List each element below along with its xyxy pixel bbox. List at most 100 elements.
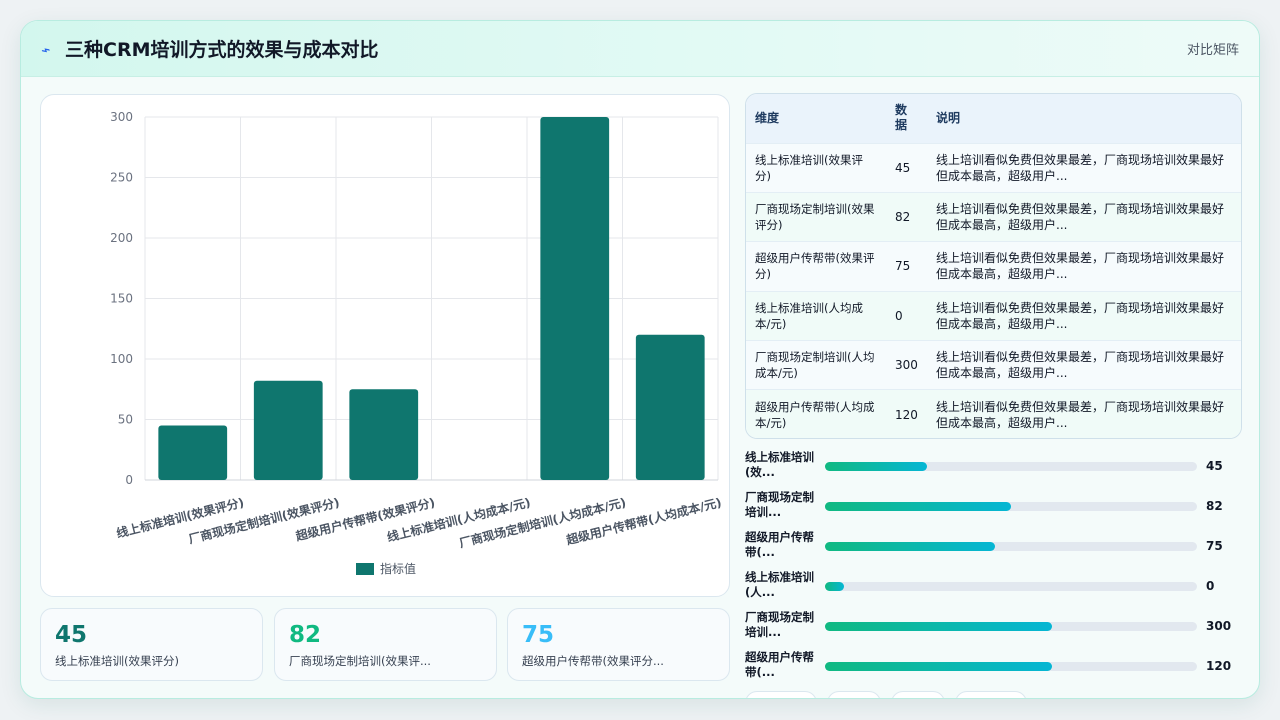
- bar: [635, 334, 705, 480]
- filter-pill[interactable]: [955, 691, 1027, 698]
- table-row: 厂商现场定制培训(人均成本/元) 300 线上培训看似免费但效果最差，厂商现场培训效…: [746, 340, 1241, 390]
- bar-chart-panel: 0 50 100 150 200 250 300 线上标准培训(效果评分) 厂商现场定制培训(效…: [40, 94, 730, 597]
- filter-pill[interactable]: [745, 691, 817, 698]
- bar: [540, 117, 610, 480]
- filter-pills: [745, 691, 1027, 698]
- table-cell-dimension: 线上标准培训(效果评分): [755, 152, 863, 183]
- table-cell-value: 120: [895, 407, 918, 422]
- column-header-data: 数据: [895, 103, 908, 133]
- stat-card-3: 75 超级用户传帮带(效果评分...: [507, 608, 730, 681]
- progress-fill: [825, 622, 1052, 631]
- table-cell-value: 75: [895, 259, 911, 274]
- table-cell-value: 82: [895, 210, 911, 225]
- legend-swatch: [356, 563, 374, 575]
- table-cell-description: 线上培训看似免费但效果最差，厂商现场培训效果最好但成本最高，超级用户...: [936, 399, 1225, 430]
- progress-track: [825, 662, 1197, 671]
- header: ⌁ 三种CRM培训方式的效果与成本对比 对比矩阵: [21, 21, 1259, 77]
- table-row: 厂商现场定制培训(效果评分) 82 线上培训看似免费但效果最差，厂商现场培训效果最好…: [746, 192, 1241, 242]
- progress-fill: [825, 462, 928, 471]
- legend-label: 指标值: [380, 561, 416, 576]
- bar-chart: 050100150200250300线上标准培训(效果评分)厂商现场定制培训(效…: [110, 110, 723, 576]
- column-header-description: 说明: [936, 110, 961, 125]
- stat-card-2: 82 厂商现场定制培训(效果评...: [274, 608, 497, 681]
- table-row: 超级用户传帮带(效果评分) 75 线上培训看似免费但效果最差，厂商现场培训效果最好但…: [746, 241, 1241, 292]
- table-cell-description: 线上培训看似免费但效果最差，厂商现场培训效果最好但成本最高，超级用户...: [936, 202, 1225, 233]
- title-wrap: ⌁ 三种CRM培训方式的效果与成本对比: [38, 35, 379, 62]
- table-row: 线上标准培训(效果评分) 45 线上培训看似免费但效果最差，厂商现场培训效果最好但成…: [746, 143, 1241, 193]
- progress-track: [825, 502, 1197, 511]
- comparison-table-panel: 维度 数据 说明 线上标准培训(效果评分) 45 线上培训看似免费但效果最差，厂商现…: [745, 93, 1242, 439]
- filter-pill[interactable]: [891, 691, 945, 698]
- bar: [253, 380, 323, 480]
- progress-label: 线上标准培训(效...: [745, 450, 814, 479]
- x-tick-label: 超级用户传帮带(人均成本/元): [564, 494, 723, 547]
- progress-row: 超级用户传帮带(... 120: [745, 648, 1245, 688]
- y-tick-label: 250: [110, 171, 133, 185]
- page-title: 三种CRM培训方式的效果与成本对比: [65, 39, 379, 61]
- table-cell-dimension: 厂商现场定制培训(人均成本/元): [755, 350, 875, 381]
- progress-label: 厂商现场定制培训...: [745, 610, 814, 639]
- dashboard-card: ⌁ 三种CRM培训方式的效果与成本对比 对比矩阵 0 50 100 150 200 250…: [20, 20, 1260, 699]
- progress-value: 75: [1206, 539, 1223, 553]
- x-tick-label: 厂商现场定制培训(人均成本/元): [458, 494, 628, 550]
- stat-label: 厂商现场定制培训(效果评...: [289, 654, 431, 668]
- y-tick-label: 100: [110, 352, 133, 366]
- y-tick-label: 300: [110, 110, 133, 124]
- stat-value: 75: [522, 622, 555, 648]
- table-cell-dimension: 超级用户传帮带(人均成本/元): [755, 399, 875, 430]
- progress-label: 厂商现场定制培训...: [745, 490, 814, 519]
- table-cell-value: 45: [895, 160, 911, 175]
- progress-fill: [825, 542, 995, 551]
- progress-value: 120: [1206, 659, 1232, 673]
- table-cell-dimension: 厂商现场定制培训(效果评分): [755, 202, 875, 233]
- table-cell-description: 线上培训看似免费但效果最差，厂商现场培训效果最好但成本最高，超级用户...: [936, 350, 1225, 381]
- y-tick-label: 150: [110, 292, 133, 306]
- progress-track: [825, 462, 1197, 471]
- progress-fill: [825, 662, 1052, 671]
- column-header-dimension: 维度: [755, 110, 780, 125]
- progress-value: 300: [1206, 619, 1232, 633]
- stat-value: 45: [55, 622, 88, 648]
- progress-fill: [825, 582, 844, 591]
- progress-row: 线上标准培训(效... 45: [745, 448, 1245, 488]
- progress-row: 厂商现场定制培训... 82: [745, 488, 1245, 528]
- table-cell-value: 300: [895, 358, 918, 373]
- stat-label: 线上标准培训(效果评分): [55, 654, 179, 668]
- table-cell-description: 线上培训看似免费但效果最差，厂商现场培训效果最好但成本最高，超级用户...: [936, 300, 1225, 331]
- table-cell-dimension: 超级用户传帮带(效果评分): [755, 251, 875, 282]
- progress-track: [825, 542, 1197, 551]
- table-cell-description: 线上培训看似免费但效果最差，厂商现场培训效果最好但成本最高，超级用户...: [936, 251, 1225, 282]
- comparison-table: 维度 数据 说明 线上标准培训(效果评分) 45 线上培训看似免费但效果最差，厂商现…: [746, 94, 1241, 438]
- comparison-matrix-label[interactable]: 对比矩阵: [1187, 39, 1239, 58]
- table-row: 线上标准培训(人均成本/元) 0 线上培训看似免费但效果最差，厂商现场培训效果最好但…: [746, 291, 1241, 341]
- y-tick-label: 200: [110, 231, 133, 245]
- progress-value: 45: [1206, 459, 1223, 473]
- bar: [349, 389, 419, 480]
- progress-value: 0: [1206, 579, 1215, 593]
- progress-track: [825, 582, 1197, 591]
- progress-bar-list: 线上标准培训(效... 45 厂商现场定制培训... 82 超级用户传帮带(... 75 线…: [745, 448, 1245, 688]
- table-cell-description: 线上培训看似免费但效果最差，厂商现场培训效果最好但成本最高，超级用户...: [936, 152, 1225, 183]
- progress-value: 82: [1206, 499, 1223, 513]
- table-cell-dimension: 线上标准培训(人均成本/元): [755, 300, 863, 331]
- progress-row: 厂商现场定制培训... 300: [745, 608, 1245, 648]
- progress-label: 线上标准培训(人...: [745, 570, 814, 599]
- stat-card-1: 45 线上标准培训(效果评分): [40, 608, 263, 681]
- x-tick-label: 厂商现场定制培训(效果评分): [187, 494, 341, 546]
- stat-label: 超级用户传帮带(效果评分...: [522, 654, 664, 668]
- progress-label: 超级用户传帮带(...: [745, 650, 814, 679]
- progress-fill: [825, 502, 1011, 511]
- bar: [158, 425, 228, 480]
- y-tick-label: 50: [118, 413, 133, 427]
- y-tick-label: 0: [125, 473, 133, 487]
- progress-row: 超级用户传帮带(... 75: [745, 528, 1245, 568]
- progress-track: [825, 622, 1197, 631]
- table-row: 超级用户传帮带(人均成本/元) 120 线上培训看似免费但效果最差，厂商现场培训效果…: [746, 389, 1241, 438]
- filter-pill[interactable]: [827, 691, 881, 698]
- table-cell-value: 0: [895, 308, 903, 323]
- stat-value: 82: [289, 622, 322, 648]
- lightning-icon: ⌁: [38, 39, 53, 60]
- progress-row: 线上标准培训(人... 0: [745, 568, 1245, 608]
- progress-label: 超级用户传帮带(...: [745, 530, 814, 559]
- table-header-row: 维度 数据 说明: [746, 94, 1241, 143]
